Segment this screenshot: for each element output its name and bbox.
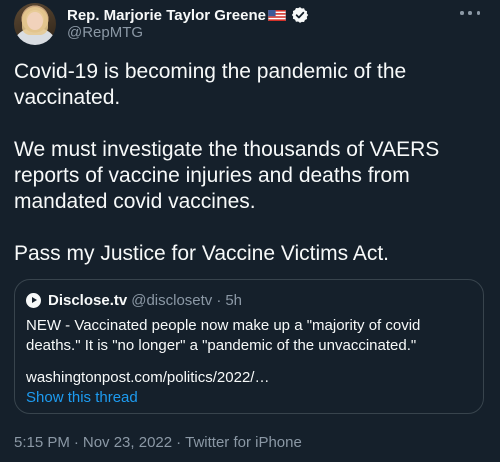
more-dot: [460, 11, 464, 15]
tweet-client[interactable]: Twitter for iPhone: [185, 434, 302, 451]
more-dot: [476, 11, 480, 15]
avatar[interactable]: [14, 3, 56, 45]
disclose-logo-icon: [26, 292, 41, 308]
quoted-timestamp[interactable]: 5h: [225, 292, 242, 309]
tweet-date[interactable]: Nov 23, 2022: [83, 434, 172, 451]
tweet-time[interactable]: 5:15 PM: [14, 434, 70, 451]
author-display-name[interactable]: Rep. Marjorie Taylor Greene: [67, 7, 266, 24]
quoted-author-name[interactable]: Disclose.tv: [48, 292, 127, 309]
more-options-icon[interactable]: [460, 6, 480, 20]
separator-dot: ·: [216, 291, 222, 309]
show-thread-link[interactable]: Show this thread: [26, 389, 138, 406]
author-handle[interactable]: @RepMTG: [67, 24, 143, 41]
quoted-tweet[interactable]: Disclose.tv @disclosetv · 5h NEW - Vacci…: [14, 279, 484, 414]
tweet-paragraph: Covid-19 is becoming the pandemic of the…: [14, 60, 407, 109]
quoted-link[interactable]: washingtonpost.com/politics/2022/…: [26, 369, 269, 386]
quoted-author-handle[interactable]: @disclosetv: [131, 292, 212, 309]
author-name-row: Rep. Marjorie Taylor Greene: [67, 5, 309, 25]
avatar-face: [27, 12, 43, 30]
tweet-metadata: 5:15 PM · Nov 23, 2022 · Twitter for iPh…: [14, 434, 302, 451]
tweet-paragraph: Pass my Justice for Vaccine Victims Act.: [14, 242, 390, 265]
tweet-paragraph: We must investigate the thousands of VAE…: [14, 138, 440, 213]
tweet-card: Rep. Marjorie Taylor Greene @RepMTG Covi…: [0, 0, 500, 462]
quoted-tweet-header: Disclose.tv @disclosetv · 5h: [26, 291, 242, 309]
verified-badge-icon: [291, 7, 309, 23]
more-dot: [468, 11, 472, 15]
separator-dot: ·: [176, 434, 182, 451]
separator-dot: ·: [73, 434, 79, 451]
quoted-tweet-text: NEW - Vaccinated people now make up a "m…: [26, 317, 421, 354]
us-flag-icon: [268, 9, 286, 21]
tweet-text: Covid-19 is becoming the pandemic of the…: [14, 59, 484, 267]
